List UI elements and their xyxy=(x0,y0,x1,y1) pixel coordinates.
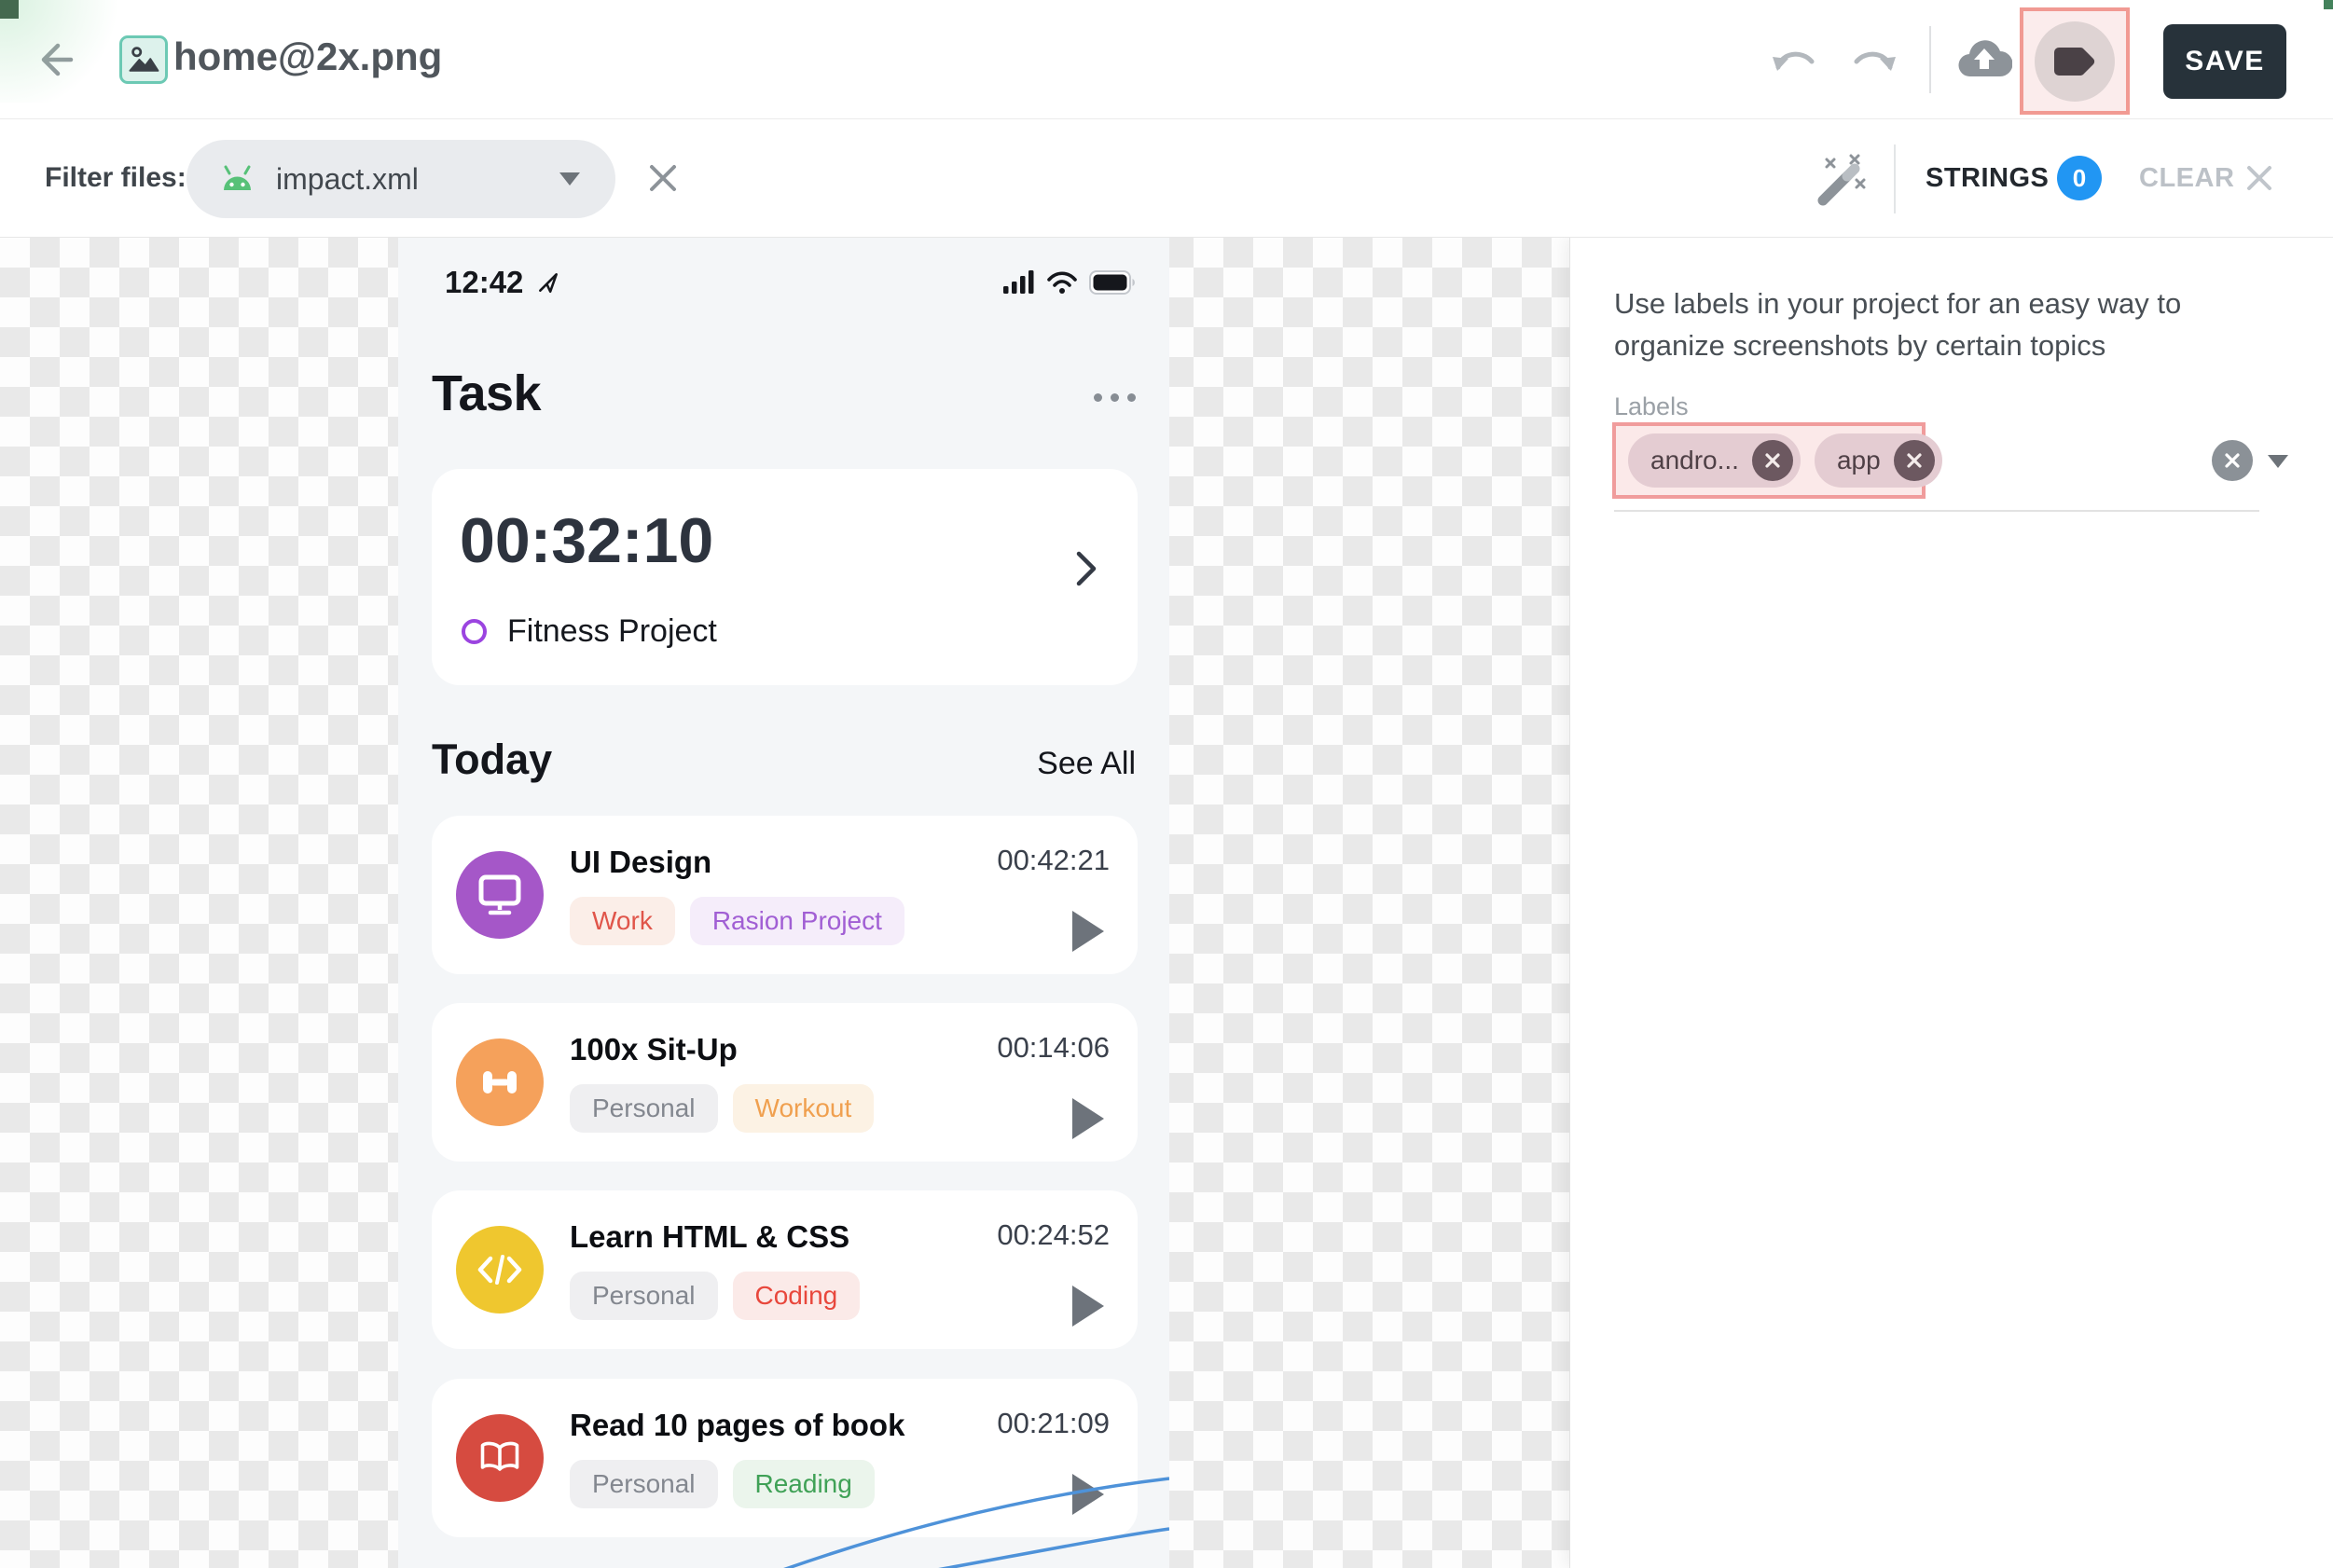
tag-badge: Personal xyxy=(570,1272,718,1320)
phone-screen-title: Task xyxy=(432,364,541,422)
task-card[interactable]: 100x Sit-Up Personal Workout 00:14:06 xyxy=(432,1003,1138,1162)
see-all-link[interactable]: See All xyxy=(1037,746,1136,782)
close-icon xyxy=(1763,451,1782,470)
tag-badge: Personal xyxy=(570,1084,718,1133)
phone-status-bar: 12:42 xyxy=(445,264,1136,301)
book-icon xyxy=(456,1414,544,1502)
play-button[interactable] xyxy=(1072,1098,1104,1139)
toolbar: home@2x.png SAVE xyxy=(0,0,2333,119)
upload-button[interactable] xyxy=(1956,37,2012,85)
undo-button[interactable] xyxy=(1770,42,1820,84)
labels-dropdown-caret[interactable] xyxy=(2268,455,2288,468)
clear-button[interactable]: CLEAR xyxy=(2139,163,2234,194)
code-icon xyxy=(456,1226,544,1314)
timer-project-name: Fitness Project xyxy=(507,613,717,650)
toolbar-divider xyxy=(1929,26,1931,93)
label-chip[interactable]: andro... xyxy=(1628,433,1801,488)
tag-badge: Work xyxy=(570,897,675,945)
labels-field-highlight: andro... app xyxy=(1612,422,1926,499)
cloud-upload-icon xyxy=(1956,37,2012,80)
decorative-wave xyxy=(778,1475,1169,1568)
corner-artifact-top-right xyxy=(2324,0,2333,9)
chevron-down-icon xyxy=(559,172,580,186)
clear-all-labels-button[interactable] xyxy=(2212,440,2253,481)
labels-panel: Use labels in your project for an easy w… xyxy=(1569,238,2333,1568)
tag-badge: Personal xyxy=(570,1460,718,1508)
close-icon xyxy=(1905,451,1924,470)
task-card[interactable]: UI Design Work Rasion Project 00:42:21 xyxy=(432,816,1138,974)
close-icon xyxy=(2223,451,2242,470)
task-title: UI Design xyxy=(570,845,904,880)
labels-button[interactable] xyxy=(2035,21,2115,102)
signal-icon xyxy=(1003,270,1035,295)
labels-field-underline xyxy=(1614,510,2259,512)
strings-toggle[interactable]: STRINGS xyxy=(1926,163,2049,194)
today-heading: Today xyxy=(432,736,552,784)
wifi-icon xyxy=(1046,270,1078,295)
project-ring-icon xyxy=(462,619,487,644)
tag-badge: Rasion Project xyxy=(690,897,904,945)
auto-detect-button[interactable] xyxy=(1814,152,1871,213)
more-options-button[interactable] xyxy=(1094,386,1136,402)
labels-tool-highlight xyxy=(2020,7,2130,115)
play-button[interactable] xyxy=(1072,911,1104,952)
strings-count-badge: 0 xyxy=(2057,156,2102,200)
filter-bar-divider xyxy=(1894,144,1896,213)
task-time: 00:42:21 xyxy=(997,844,1110,877)
monitor-icon xyxy=(456,851,544,939)
selected-file-name: impact.xml xyxy=(276,162,419,197)
filter-bar: Filter files: impact.xml STRINGS 0 CLEAR xyxy=(0,119,2333,238)
battery-icon xyxy=(1089,270,1136,295)
redo-button[interactable] xyxy=(1848,42,1898,84)
status-time: 12:42 xyxy=(445,265,523,300)
label-chip[interactable]: app xyxy=(1815,433,1942,488)
remove-file-filter-button[interactable] xyxy=(645,160,681,200)
task-time: 00:14:06 xyxy=(997,1031,1110,1065)
image-file-icon xyxy=(119,35,168,84)
undo-icon xyxy=(1770,42,1820,79)
corner-artifact-top-left xyxy=(0,0,19,19)
timer-card[interactable]: 00:32:10 Fitness Project xyxy=(432,469,1138,685)
task-title: Read 10 pages of book xyxy=(570,1408,904,1443)
label-chip-text: andro... xyxy=(1650,446,1739,475)
task-title: Learn HTML & CSS xyxy=(570,1219,860,1255)
filter-files-label: Filter files: xyxy=(45,162,186,194)
label-chip-text: app xyxy=(1837,446,1881,475)
task-time: 00:24:52 xyxy=(997,1218,1110,1252)
dumbbell-icon xyxy=(456,1038,544,1126)
clear-close-button[interactable] xyxy=(2242,160,2277,200)
chip-remove-button[interactable] xyxy=(1752,440,1793,481)
timer-value: 00:32:10 xyxy=(460,504,713,577)
file-filter-dropdown[interactable]: impact.xml xyxy=(186,140,615,218)
labels-field-caption: Labels xyxy=(1614,392,1689,421)
tag-badge: Workout xyxy=(733,1084,875,1133)
chip-remove-button[interactable] xyxy=(1894,440,1935,481)
tag-badge: Coding xyxy=(733,1272,861,1320)
magic-wand-icon xyxy=(1814,152,1871,208)
labels-description: Use labels in your project for an easy w… xyxy=(1614,282,2248,366)
page-title: home@2x.png xyxy=(173,34,442,79)
chevron-right-icon[interactable] xyxy=(1074,549,1098,593)
redo-icon xyxy=(1848,42,1898,79)
task-time: 00:21:09 xyxy=(997,1407,1110,1440)
back-button[interactable] xyxy=(34,37,78,82)
back-arrow-icon xyxy=(34,37,78,82)
close-icon xyxy=(2242,160,2277,196)
screenshot-preview[interactable]: 12:42 Task 00: xyxy=(398,238,1169,1568)
play-button[interactable] xyxy=(1072,1286,1104,1327)
task-title: 100x Sit-Up xyxy=(570,1032,874,1067)
label-tag-icon xyxy=(2051,43,2098,80)
location-arrow-icon xyxy=(536,270,560,295)
save-button[interactable]: SAVE xyxy=(2163,24,2286,99)
android-icon xyxy=(218,164,255,194)
task-card[interactable]: Learn HTML & CSS Personal Coding 00:24:5… xyxy=(432,1190,1138,1349)
close-icon xyxy=(645,160,681,196)
